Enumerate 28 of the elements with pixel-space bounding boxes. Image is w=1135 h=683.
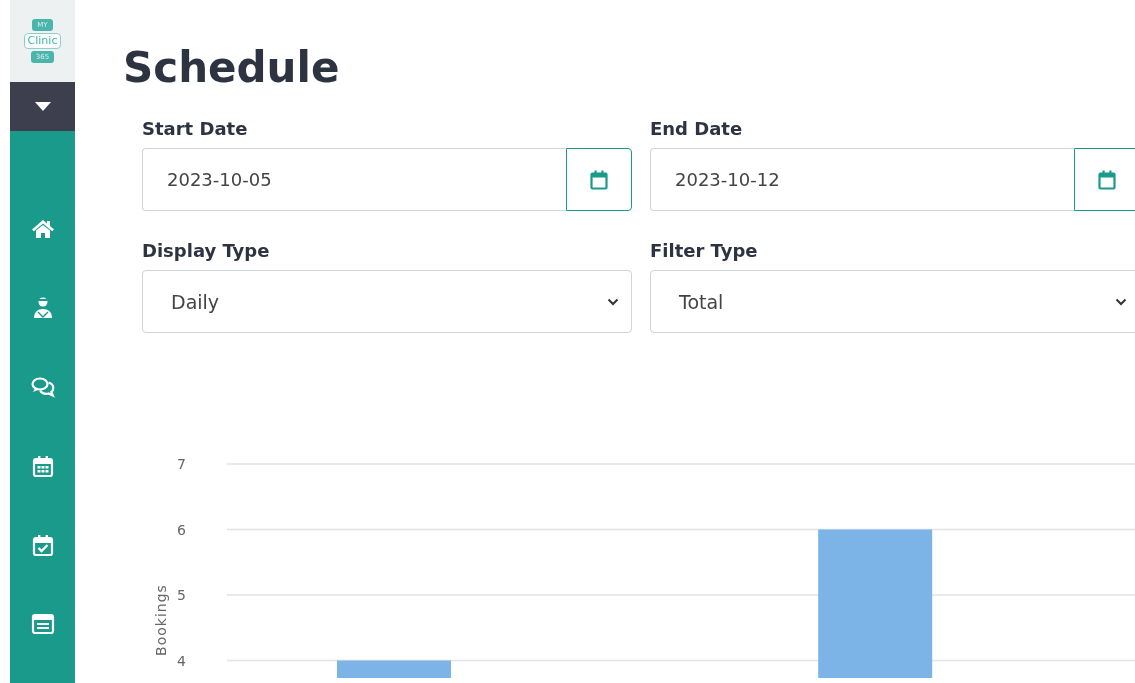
chevron-down-icon <box>1115 297 1127 306</box>
y-tick-label: 6 <box>177 521 186 538</box>
chat-icon <box>30 375 55 399</box>
field-label: Display Type <box>142 239 271 263</box>
calendar-button[interactable] <box>566 148 632 211</box>
calendar-button[interactable] <box>1074 148 1135 211</box>
calendar-icon <box>590 169 608 190</box>
calendar-icon <box>1098 169 1116 190</box>
caret-icon <box>34 101 51 112</box>
date-field[interactable]: 2023-10-05 <box>142 148 566 211</box>
page-title: Schedule <box>123 42 341 94</box>
home-icon <box>30 217 55 241</box>
y-tick-label: 5 <box>177 587 186 603</box>
calendar-icon <box>30 454 55 478</box>
menu-toggle-button[interactable] <box>10 82 75 131</box>
chevron-down-icon <box>607 297 619 306</box>
calendar-check-icon <box>30 533 55 557</box>
dropdown[interactable]: Daily <box>142 270 632 333</box>
logo-text: Clinic <box>23 33 62 50</box>
field-label: Start Date <box>142 117 249 141</box>
y-tick-label: 4 <box>177 652 186 669</box>
y-tick-label: 7 <box>177 456 186 472</box>
dropdown[interactable]: Total <box>650 270 1135 333</box>
list-icon <box>30 612 55 636</box>
field-label: Filter Type <box>650 239 759 263</box>
date-field[interactable]: 2023-10-12 <box>650 148 1074 211</box>
y-axis-title: Bookings <box>153 584 169 656</box>
field-label: End Date <box>650 117 744 141</box>
